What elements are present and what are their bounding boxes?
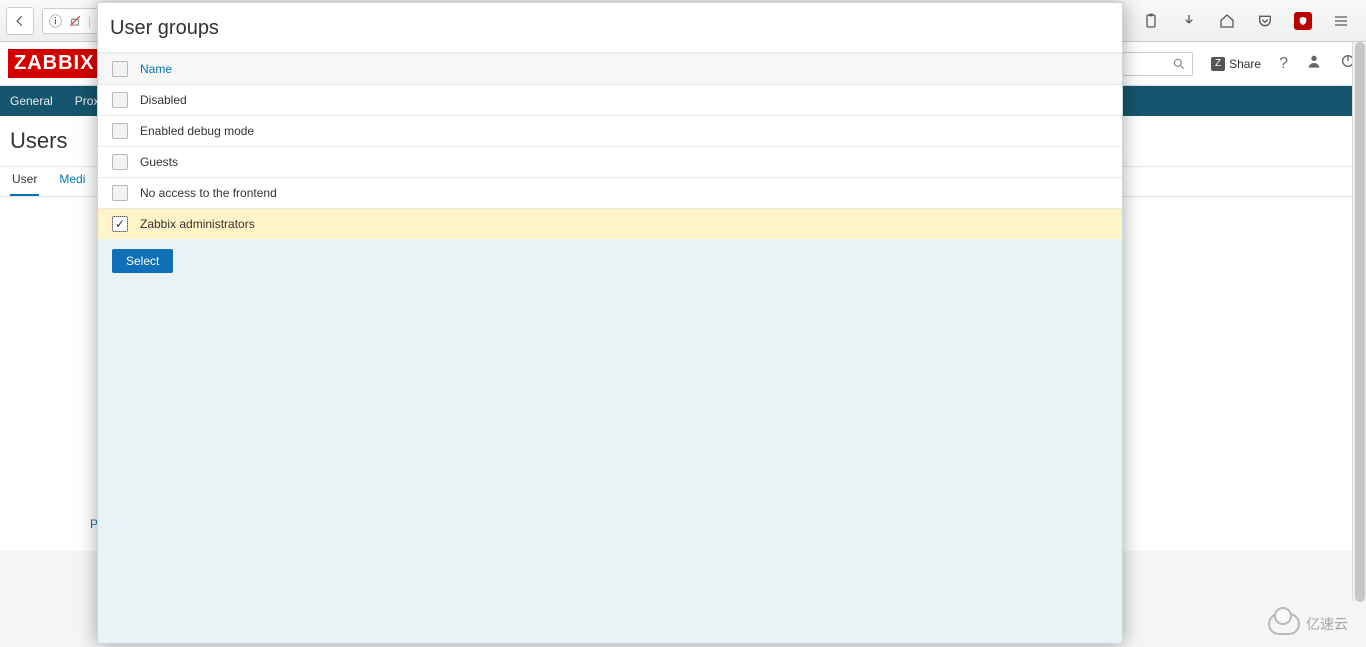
row-checkbox[interactable] — [112, 216, 128, 232]
row-checkbox[interactable] — [112, 92, 128, 108]
modal-footer: Select — [98, 239, 1122, 283]
share-button[interactable]: Z Share — [1211, 57, 1261, 71]
table-row[interactable]: No access to the frontend — [98, 177, 1122, 208]
watermark-text: 亿速云 — [1306, 614, 1348, 634]
group-table: Name Disabled Enabled debug mode Guests … — [98, 53, 1122, 239]
row-name[interactable]: Enabled debug mode — [140, 124, 254, 138]
row-name[interactable]: Disabled — [140, 93, 187, 107]
zabbix-logo[interactable]: ZABBIX — [8, 49, 100, 78]
modal-title: User groups — [98, 3, 1122, 52]
tab-user[interactable]: User — [10, 166, 39, 196]
row-checkbox[interactable] — [112, 185, 128, 201]
subnav-item-proxies[interactable]: Prox — [75, 94, 100, 108]
col-name[interactable]: Name — [140, 62, 172, 76]
arrow-left-icon — [13, 14, 27, 28]
browser-right-toolbar — [1142, 12, 1360, 30]
share-label: Share — [1229, 57, 1261, 71]
table-row[interactable]: Zabbix administrators — [98, 208, 1122, 239]
hamburger-icon[interactable] — [1332, 12, 1350, 30]
row-name[interactable]: No access to the frontend — [140, 186, 277, 200]
cloud-icon — [1268, 613, 1300, 635]
home-icon[interactable] — [1218, 12, 1236, 30]
pocket-icon[interactable] — [1256, 12, 1274, 30]
download-icon[interactable] — [1180, 12, 1198, 30]
table-row[interactable]: Guests — [98, 146, 1122, 177]
scrollbar-thumb[interactable] — [1355, 42, 1365, 602]
row-checkbox[interactable] — [112, 154, 128, 170]
row-name[interactable]: Guests — [140, 155, 178, 169]
share-z-icon: Z — [1211, 57, 1225, 71]
search-icon — [1172, 57, 1186, 71]
table-header: Name — [98, 53, 1122, 84]
conn-insecure-icon[interactable] — [68, 14, 82, 28]
back-button[interactable] — [6, 7, 34, 35]
tab-media[interactable]: Medi — [57, 166, 87, 196]
watermark: 亿速云 — [1268, 613, 1348, 635]
user-icon[interactable] — [1306, 53, 1322, 74]
page-scrollbar[interactable] — [1352, 42, 1366, 601]
subnav-item-general[interactable]: General — [10, 94, 53, 108]
table-row[interactable]: Disabled — [98, 84, 1122, 115]
info-icon[interactable]: ⓘ — [49, 11, 62, 30]
user-groups-modal: User groups Name Disabled Enabled debug … — [97, 2, 1123, 644]
row-name[interactable]: Zabbix administrators — [140, 217, 255, 231]
select-button[interactable]: Select — [112, 249, 173, 273]
clipboard-icon[interactable] — [1142, 12, 1160, 30]
table-row[interactable]: Enabled debug mode — [98, 115, 1122, 146]
row-checkbox[interactable] — [112, 123, 128, 139]
select-all-checkbox[interactable] — [112, 61, 128, 77]
help-button[interactable]: ? — [1279, 55, 1288, 73]
ublock-icon[interactable] — [1294, 12, 1312, 30]
